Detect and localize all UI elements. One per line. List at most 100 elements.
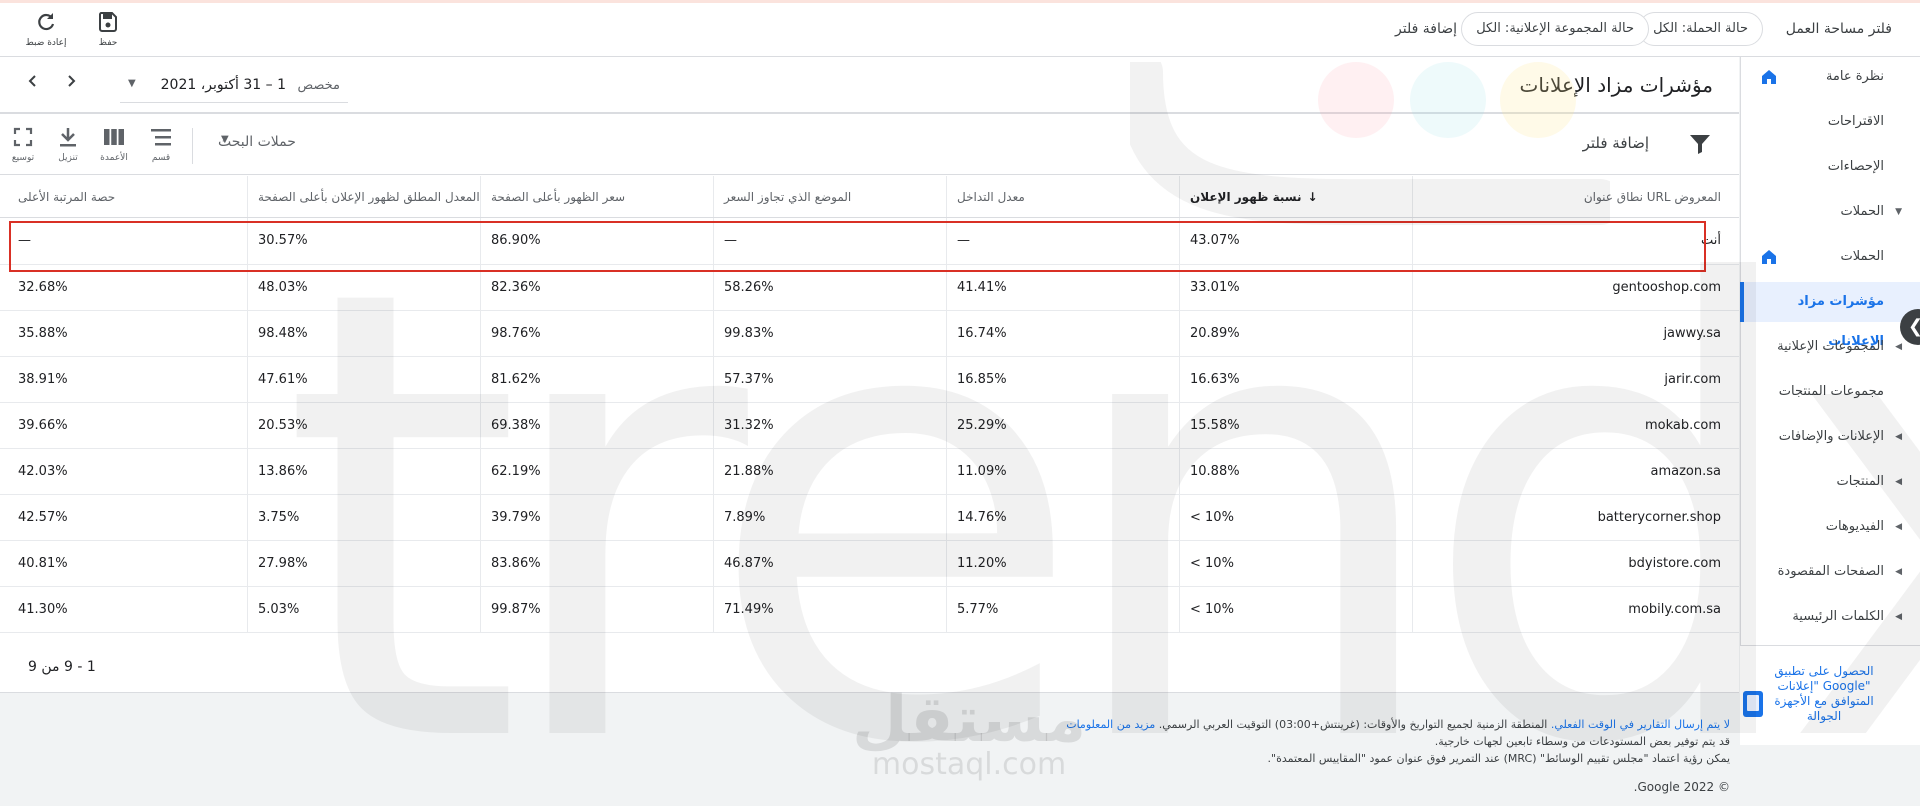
add-workspace-filter-link[interactable]: إضافة فلتر bbox=[1395, 21, 1457, 37]
sidebar-item[interactable]: الكلمات الرئيسية ◀ bbox=[1740, 597, 1920, 637]
sidebar-item[interactable]: نظرة عامة bbox=[1740, 57, 1920, 97]
table-cell-domain: bdyistore.com bbox=[1412, 541, 1739, 586]
column-header-label: المعدل المطلق لظهور الإعلان بأعلى الصفحة bbox=[258, 190, 480, 204]
table-cell: — bbox=[946, 218, 1179, 264]
table-cell: 30.57% bbox=[247, 218, 480, 264]
report-note-timezone: لا يتم إرسال التقارير في الوقت الفعلي. ا… bbox=[830, 716, 1730, 733]
table-row: mobily.com.sa < 10% 5.77% 71.49% 99.87% … bbox=[0, 587, 1739, 633]
search-campaigns-select[interactable]: حملات البحث bbox=[218, 134, 296, 150]
save-button[interactable]: حفظ bbox=[76, 10, 140, 48]
chevron-left-icon: ◀ bbox=[1895, 567, 1902, 577]
table-cell: 20.89% bbox=[1179, 311, 1412, 356]
sidebar-item-label: مجموعات المنتجات bbox=[1778, 384, 1884, 399]
sidebar-item[interactable]: الاقتراحات bbox=[1740, 102, 1920, 142]
add-filter-link[interactable]: إضافة فلتر bbox=[1583, 134, 1649, 152]
mobile-app-promo[interactable]: الحصول على تطبيق "إعلانات Google" المتوا… bbox=[1740, 645, 1920, 745]
table-toolbar: إضافة فلتر حملات البحث ▼ قسم الأعمدة تنز… bbox=[0, 115, 1739, 175]
table-cell: 99.83% bbox=[713, 311, 946, 356]
sidebar-item[interactable]: مؤشرات مزاد الإعلانات bbox=[1740, 282, 1920, 349]
table-cell: 11.20% bbox=[946, 541, 1179, 586]
expand-button[interactable]: توسيع bbox=[3, 125, 43, 163]
table-cell: 32.68% bbox=[18, 280, 68, 295]
segment-label: قسم bbox=[151, 153, 171, 163]
column-header-position-above-rate[interactable]: حصة المرتبة الأعلى bbox=[0, 176, 247, 217]
mobile-app-promo-link[interactable]: الحصول على تطبيق "إعلانات Google" المتوا… bbox=[1764, 664, 1884, 724]
table-row: mokab.com 15.58% 25.29% 31.32% 69.38% 20… bbox=[0, 403, 1739, 449]
filter-funnel-icon[interactable] bbox=[1689, 133, 1711, 155]
reset-button[interactable]: إعادة ضبط bbox=[14, 10, 78, 48]
sidebar-item-label: المجموعات الإعلانية bbox=[1777, 339, 1884, 354]
sidebar-item[interactable]: الحملات bbox=[1740, 237, 1920, 277]
column-header-label: نطاق عنوان URL المعروض bbox=[1583, 190, 1721, 204]
side-navigation: نظرة عامة الاقتراحات الإحصاءات الحملات ▼ الحم… bbox=[1740, 57, 1920, 745]
sidebar-item-label: نظرة عامة bbox=[1825, 69, 1884, 84]
sidebar-item[interactable]: الصفحات المقصودة ◀ bbox=[1740, 552, 1920, 592]
table-cell: 57.37% bbox=[713, 357, 946, 402]
download-label: تنزيل bbox=[58, 153, 78, 163]
workspace-filter-title[interactable]: فلتر مساحة العمل bbox=[1786, 21, 1892, 37]
download-button[interactable]: تنزيل bbox=[48, 125, 88, 163]
column-header-impression-share[interactable]: نسبة ظهور الإعلان ↓ bbox=[1179, 176, 1412, 217]
chevron-right-icon[interactable] bbox=[64, 73, 78, 92]
adgroup-status-chip[interactable]: حالة المجموعة الإعلانية: الكل bbox=[1461, 12, 1649, 46]
table-cell: 99.87% bbox=[480, 587, 713, 632]
column-header-domain[interactable]: نطاق عنوان URL المعروض bbox=[1412, 176, 1739, 217]
table-cell: 39.79% bbox=[480, 495, 713, 540]
table-cell: 43.07% bbox=[1179, 218, 1412, 264]
table-cell: 46.87% bbox=[713, 541, 946, 586]
sidebar-item-label: الحملات bbox=[1840, 204, 1884, 219]
realtime-reporting-link[interactable]: لا يتم إرسال التقارير في الوقت الفعلي. bbox=[1551, 718, 1730, 731]
table-cell: 98.76% bbox=[480, 311, 713, 356]
sidebar-item[interactable]: المنتجات ◀ bbox=[1740, 462, 1920, 502]
chevron-left-icon: ❮ bbox=[1908, 316, 1920, 337]
table-cell: 16.63% bbox=[1179, 357, 1412, 402]
sidebar-item[interactable]: الفيديوهات ◀ bbox=[1740, 507, 1920, 547]
columns-label: الأعمدة bbox=[100, 153, 128, 163]
column-header-top-of-page-rate[interactable]: سعر الظهور بأعلى الصفحة bbox=[480, 176, 713, 217]
sidebar-item[interactable]: المجموعات الإعلانية ◀ bbox=[1740, 327, 1920, 367]
column-header-outranking-share[interactable]: الموضع الذي تجاوز السعر bbox=[713, 176, 946, 217]
segment-icon bbox=[141, 125, 181, 149]
table-cell: 15.58% bbox=[1179, 403, 1412, 448]
table-cell: 20.53% bbox=[247, 403, 480, 448]
column-header-abs-top-rate[interactable]: المعدل المطلق لظهور الإعلان بأعلى الصفحة bbox=[247, 176, 480, 217]
date-range-value: 1 – 31 أكتوبر، 2021 bbox=[160, 77, 286, 93]
chevron-down-icon[interactable]: ▼ bbox=[221, 134, 229, 145]
fullscreen-icon bbox=[3, 125, 43, 149]
auction-insights-card: مؤشرات مزاد الإعلانات مخصص 1 – 31 أكتوبر… bbox=[0, 57, 1739, 693]
table-header-row: نطاق عنوان URL المعروض نسبة ظهور الإعلان… bbox=[0, 176, 1739, 218]
table-cell: 3.75% bbox=[247, 495, 480, 540]
report-note-mrc: يمكن رؤية اعتماد "مجلس تقييم الوسائط" (M… bbox=[1267, 752, 1730, 765]
report-notes: لا يتم إرسال التقارير في الوقت الفعلي. ا… bbox=[830, 716, 1730, 767]
date-range-picker[interactable]: مخصص 1 – 31 أكتوبر، 2021 ▼ bbox=[120, 69, 348, 103]
chevron-left-icon[interactable] bbox=[26, 73, 40, 92]
table-cell: < 10% bbox=[1179, 541, 1412, 586]
table-cell: — bbox=[18, 233, 31, 248]
table-cell: 48.03% bbox=[247, 265, 480, 310]
sidebar-item[interactable]: الإعلانات والإضافات ◀ bbox=[1740, 417, 1920, 457]
table-cell: 27.98% bbox=[247, 541, 480, 586]
sidebar-item[interactable]: الحملات ▼ bbox=[1740, 192, 1920, 232]
table-cell: 42.03% bbox=[18, 464, 68, 479]
date-range-label: مخصص bbox=[297, 78, 340, 93]
columns-button[interactable]: الأعمدة bbox=[94, 125, 134, 163]
table-cell-domain: batterycorner.shop bbox=[1412, 495, 1739, 540]
column-header-overlap-rate[interactable]: معدل التداخل bbox=[946, 176, 1179, 217]
campaign-status-chip[interactable]: حالة الحملة: الكل bbox=[1638, 12, 1763, 46]
home-icon bbox=[1762, 70, 1776, 84]
learn-more-link[interactable]: مزيد من المعلومات bbox=[1066, 718, 1155, 731]
column-header-label: الموضع الذي تجاوز السعر bbox=[724, 190, 852, 204]
chevron-left-icon: ◀ bbox=[1895, 477, 1902, 487]
table-row: bdyistore.com < 10% 11.20% 46.87% 83.86%… bbox=[0, 541, 1739, 587]
refresh-icon bbox=[14, 10, 78, 38]
table-cell: 83.86% bbox=[480, 541, 713, 586]
sidebar-item-label: الصفحات المقصودة bbox=[1777, 564, 1884, 579]
sidebar-item[interactable]: مجموعات المنتجات bbox=[1740, 372, 1920, 412]
table-row: batterycorner.shop < 10% 14.76% 7.89% 39… bbox=[0, 495, 1739, 541]
header-divider bbox=[0, 112, 1739, 114]
table-cell-domain: mokab.com bbox=[1412, 403, 1739, 448]
segment-button[interactable]: قسم bbox=[141, 125, 181, 163]
table-cell-domain: jarir.com bbox=[1412, 357, 1739, 402]
table-cell: — bbox=[713, 218, 946, 264]
sidebar-item[interactable]: الإحصاءات bbox=[1740, 147, 1920, 187]
